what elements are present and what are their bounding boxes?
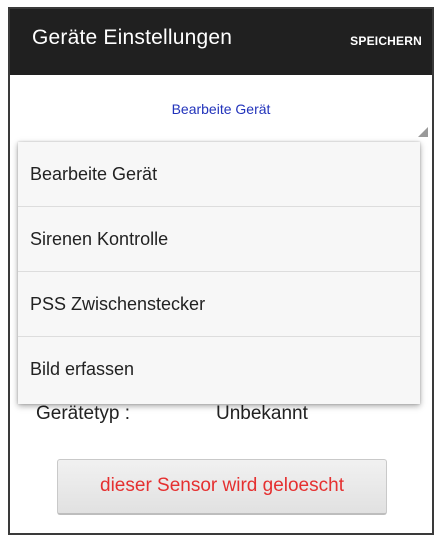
device-type-value: Unbekannt xyxy=(216,403,308,424)
delete-sensor-button[interactable]: dieser Sensor wird geloescht xyxy=(57,459,387,515)
app-bar: Geräte Einstellungen SPEICHERN xyxy=(10,9,432,75)
save-button[interactable]: SPEICHERN xyxy=(350,34,422,48)
menu-item-edit-device[interactable]: Bearbeite Gerät xyxy=(18,142,420,207)
device-type-label: Gerätetyp : xyxy=(36,403,130,424)
spinner-dropdown-menu: Bearbeite Gerät Sirenen Kontrolle PSS Zw… xyxy=(18,142,420,404)
menu-item-capture-image[interactable]: Bild erfassen xyxy=(18,337,420,402)
page-title: Geräte Einstellungen xyxy=(32,26,233,49)
menu-item-pss-plug[interactable]: PSS Zwischenstecker xyxy=(18,272,420,337)
menu-item-siren-control[interactable]: Sirenen Kontrolle xyxy=(18,207,420,272)
action-spinner[interactable]: Bearbeite Gerät xyxy=(10,75,432,139)
device-settings-screen: Geräte Einstellungen SPEICHERN Bearbeite… xyxy=(8,7,434,535)
spinner-selected-value: Bearbeite Gerät xyxy=(171,101,271,117)
spinner-dropdown-arrow-icon xyxy=(418,127,428,137)
